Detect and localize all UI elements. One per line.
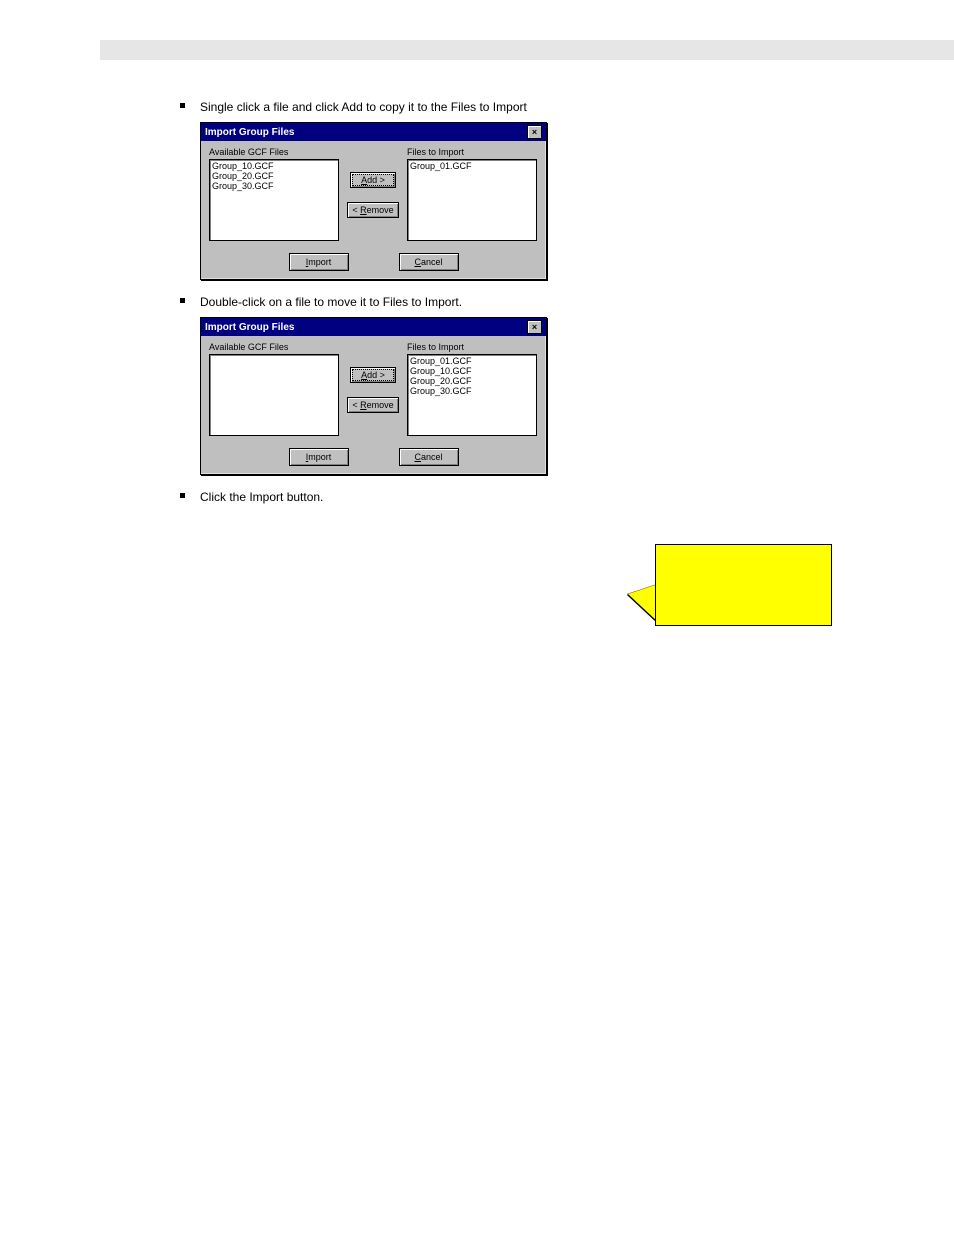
close-icon[interactable]: × [527,320,542,334]
bullet-item-1: Single click a file and click Add to cop… [180,100,880,114]
available-column: Available GCF Files Group_10.GCF Group_2… [209,147,339,241]
add-button[interactable]: Add > [350,367,396,383]
bullet-text-2: Double-click on a file to move it to Fil… [200,295,462,309]
remove-button[interactable]: < Remove [347,397,398,413]
callout-container [180,544,880,644]
available-column: Available GCF Files [209,342,339,436]
dialog-titlebar: Import Group Files × [201,318,546,336]
import-column: Files to Import Group_01.GCF [407,147,537,241]
bullet-icon [180,493,185,498]
header-bar [100,40,954,60]
list-item[interactable]: Group_10.GCF [212,161,336,171]
dialog-footer: Import Cancel [201,444,546,474]
cancel-button[interactable]: Cancel [399,448,459,466]
available-listbox[interactable] [209,354,339,436]
transfer-buttons: Add > < Remove [347,147,399,241]
cancel-button[interactable]: Cancel [399,253,459,271]
list-item[interactable]: Group_01.GCF [410,356,534,366]
available-label: Available GCF Files [209,342,339,352]
dialog-footer: Import Cancel [201,249,546,279]
bullet-icon [180,298,185,303]
list-item[interactable]: Group_30.GCF [212,181,336,191]
import-column: Files to Import Group_01.GCF Group_10.GC… [407,342,537,436]
callout-tail-icon [628,584,658,622]
list-item[interactable]: Group_01.GCF [410,161,534,171]
list-item[interactable]: Group_10.GCF [410,366,534,376]
import-group-files-dialog-1: Import Group Files × Available GCF Files… [200,122,547,280]
list-item[interactable]: Group_20.GCF [212,171,336,181]
bullet-icon [180,103,185,108]
import-label: Files to Import [407,342,537,352]
callout-box [655,544,832,626]
available-label: Available GCF Files [209,147,339,157]
page-content: Single click a file and click Add to cop… [180,100,880,644]
import-listbox[interactable]: Group_01.GCF [407,159,537,241]
dialog-titlebar: Import Group Files × [201,123,546,141]
remove-button[interactable]: < Remove [347,202,398,218]
bullet-text-3: Click the Import button. [200,490,323,504]
add-label: dd > [367,175,385,185]
import-label: Files to Import [407,147,537,157]
dialog-title: Import Group Files [205,127,294,138]
transfer-buttons: Add > < Remove [347,342,399,436]
import-group-files-dialog-2: Import Group Files × Available GCF Files… [200,317,547,475]
list-item[interactable]: Group_30.GCF [410,386,534,396]
close-icon[interactable]: × [527,125,542,139]
dialog-title: Import Group Files [205,322,294,333]
bullet-item-2: Double-click on a file to move it to Fil… [180,295,880,309]
dialog-body: Available GCF Files Group_10.GCF Group_2… [201,141,546,249]
dialog-body: Available GCF Files Add > < Remove Files… [201,336,546,444]
bullet-text-1: Single click a file and click Add to cop… [200,100,527,114]
import-button[interactable]: Import [289,448,349,466]
add-button[interactable]: Add > [350,172,396,188]
bullet-item-3: Click the Import button. [180,490,880,504]
import-listbox[interactable]: Group_01.GCF Group_10.GCF Group_20.GCF G… [407,354,537,436]
import-button[interactable]: Import [289,253,349,271]
list-item[interactable]: Group_20.GCF [410,376,534,386]
available-listbox[interactable]: Group_10.GCF Group_20.GCF Group_30.GCF [209,159,339,241]
